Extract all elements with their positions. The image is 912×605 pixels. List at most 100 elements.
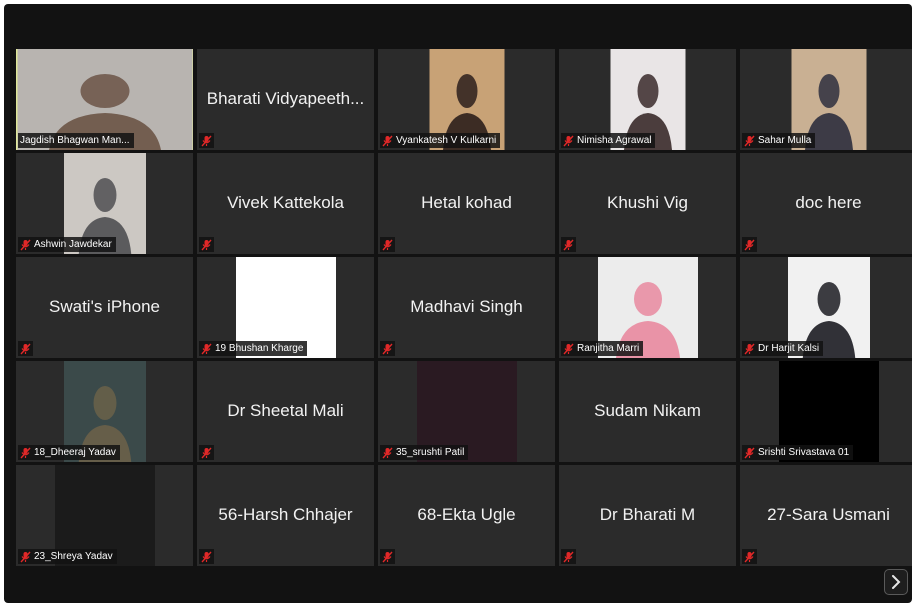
mute-status (199, 237, 214, 252)
muted-microphone-icon (563, 551, 574, 562)
participant-display-name: 68-Ekta Ugle (417, 504, 516, 524)
participant-tile[interactable]: Srishti Srivastava 01 (740, 361, 912, 462)
muted-microphone-icon (563, 135, 574, 146)
participant-name-tag: 35_srushti Patil (380, 445, 469, 460)
participant-name-label: Srishti Srivastava 01 (758, 447, 850, 458)
zoom-gallery-window: Jagdish Bhagwan Man... Bharati Vidyapeeth… (4, 4, 912, 603)
mute-status (742, 237, 757, 252)
participant-tile[interactable]: 27-Sara Usmani (740, 465, 912, 566)
participant-tile[interactable]: 18_Dheeraj Yadav (16, 361, 193, 462)
participant-tile[interactable]: Nimisha Agrawal (559, 49, 736, 150)
participant-display-name: Dr Sheetal Mali (227, 400, 344, 420)
participant-name-tag: Jagdish Bhagwan Man... (18, 133, 134, 148)
muted-microphone-icon (20, 239, 31, 250)
participant-display-name: Sudam Nikam (594, 400, 701, 420)
muted-microphone-icon (201, 447, 212, 458)
muted-microphone-icon (382, 447, 393, 458)
mute-status (742, 549, 757, 564)
participant-tile[interactable]: 35_srushti Patil (378, 361, 555, 462)
muted-microphone-icon (382, 343, 393, 354)
muted-microphone-icon (563, 343, 574, 354)
muted-microphone-icon (201, 551, 212, 562)
muted-microphone-icon (20, 551, 31, 562)
participant-tile[interactable]: doc here (740, 153, 912, 254)
muted-microphone-icon (201, 343, 212, 354)
participant-display-name: Bharati Vidyapeeth... (206, 88, 365, 108)
participant-display-name: 56-Harsh Chhajer (218, 504, 353, 524)
participant-display-name: Hetal kohad (421, 192, 512, 212)
participant-tile[interactable]: Hetal kohad (378, 153, 555, 254)
chevron-right-icon (892, 575, 901, 589)
participant-tile[interactable]: Jagdish Bhagwan Man... (16, 49, 193, 150)
muted-microphone-icon (382, 135, 393, 146)
muted-microphone-icon (744, 343, 755, 354)
muted-microphone-icon (20, 447, 31, 458)
participant-tile[interactable]: Madhavi Singh (378, 257, 555, 358)
participant-name-tag: 18_Dheeraj Yadav (18, 445, 120, 460)
participant-display-name: Madhavi Singh (410, 296, 523, 316)
participant-tile[interactable]: Khushi Vig (559, 153, 736, 254)
participant-display-name: Vivek Kattekola (227, 192, 344, 212)
participant-tile[interactable]: Bharati Vidyapeeth... (197, 49, 374, 150)
participant-display-name: Khushi Vig (607, 192, 688, 212)
muted-microphone-icon (382, 239, 393, 250)
participant-name-tag: Ashwin Jawdekar (18, 237, 116, 252)
participant-name-label: Sahar Mulla (758, 135, 812, 146)
participant-display-name: doc here (795, 192, 862, 212)
participant-tile[interactable]: Dr Bharati M (559, 465, 736, 566)
participant-tile[interactable]: Dr Sheetal Mali (197, 361, 374, 462)
muted-microphone-icon (744, 239, 755, 250)
participant-display-name: 27-Sara Usmani (767, 504, 890, 524)
participant-tile[interactable]: 23_Shreya Yadav (16, 465, 193, 566)
participant-name-label: 18_Dheeraj Yadav (34, 447, 116, 458)
participant-tile[interactable]: Ashwin Jawdekar (16, 153, 193, 254)
muted-microphone-icon (382, 551, 393, 562)
participant-name-label: Ranjitha Marri (577, 343, 640, 354)
mute-status (561, 237, 576, 252)
participant-display-name: Swati's iPhone (49, 296, 160, 316)
mute-status (18, 341, 33, 356)
participant-name-tag: Ranjitha Marri (561, 341, 644, 356)
participant-name-tag: Vyankatesh V Kulkarni (380, 133, 501, 148)
participant-name-tag: Srishti Srivastava 01 (742, 445, 854, 460)
muted-microphone-icon (744, 551, 755, 562)
participant-name-tag: 23_Shreya Yadav (18, 549, 117, 564)
participant-name-label: 23_Shreya Yadav (34, 551, 113, 562)
mute-status (380, 341, 395, 356)
muted-microphone-icon (201, 135, 212, 146)
participant-display-name: Dr Bharati M (599, 504, 696, 524)
participant-name-tag: Nimisha Agrawal (561, 133, 656, 148)
mute-status (380, 237, 395, 252)
participant-tile[interactable]: Ranjitha Marri (559, 257, 736, 358)
participant-name-label: Jagdish Bhagwan Man... (20, 135, 130, 146)
participant-tile[interactable]: 56-Harsh Chhajer (197, 465, 374, 566)
participant-tile[interactable]: 19 Bhushan Kharge (197, 257, 374, 358)
muted-microphone-icon (20, 343, 31, 354)
mute-status (199, 445, 214, 460)
participant-tile[interactable]: Sudam Nikam (559, 361, 736, 462)
participant-name-label: 19 Bhushan Kharge (215, 343, 304, 354)
participant-name-tag: Sahar Mulla (742, 133, 816, 148)
next-page-button[interactable] (884, 569, 908, 595)
participant-tile[interactable]: 68-Ekta Ugle (378, 465, 555, 566)
participant-tile[interactable]: Sahar Mulla (740, 49, 912, 150)
participant-tile[interactable]: Vivek Kattekola (197, 153, 374, 254)
mute-status (199, 133, 214, 148)
muted-microphone-icon (201, 239, 212, 250)
mute-status (380, 549, 395, 564)
mute-status (199, 549, 214, 564)
participant-tile[interactable]: Vyankatesh V Kulkarni (378, 49, 555, 150)
participant-name-tag: 19 Bhushan Kharge (199, 341, 308, 356)
participant-tile[interactable]: Swati's iPhone (16, 257, 193, 358)
participant-name-label: Vyankatesh V Kulkarni (396, 135, 497, 146)
participant-name-label: Nimisha Agrawal (577, 135, 652, 146)
participant-tile[interactable]: Dr Harjit Kalsi (740, 257, 912, 358)
muted-microphone-icon (744, 447, 755, 458)
participant-name-label: Dr Harjit Kalsi (758, 343, 820, 354)
participant-name-label: Ashwin Jawdekar (34, 239, 112, 250)
participant-name-label: 35_srushti Patil (396, 447, 465, 458)
participant-name-tag: Dr Harjit Kalsi (742, 341, 824, 356)
mute-status (561, 549, 576, 564)
muted-microphone-icon (563, 239, 574, 250)
muted-microphone-icon (744, 135, 755, 146)
